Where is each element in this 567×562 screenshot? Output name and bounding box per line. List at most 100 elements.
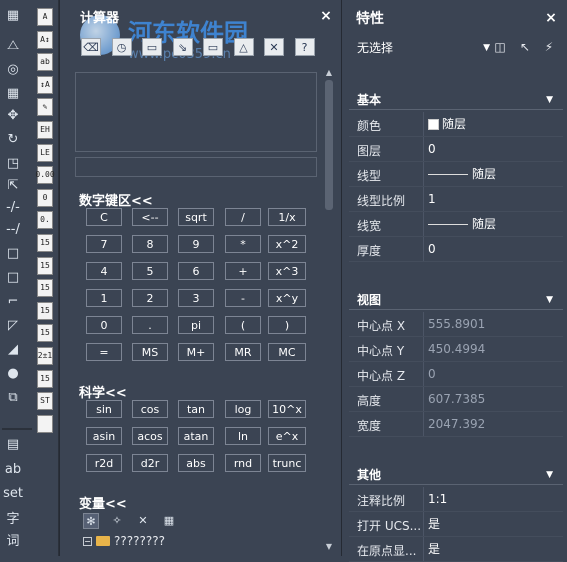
numpad-button-1-1[interactable]: 8 bbox=[132, 235, 168, 253]
property-value[interactable]: 随层 bbox=[423, 112, 563, 136]
explode-icon[interactable]: ● bbox=[4, 364, 22, 382]
numpad-button-1-3[interactable]: * bbox=[225, 235, 261, 253]
numpad-button-5-4[interactable]: MC bbox=[268, 343, 306, 361]
expand-icon[interactable]: − bbox=[83, 536, 92, 546]
select-objects-icon[interactable]: ↖ bbox=[515, 38, 535, 56]
mirror-icon[interactable]: ⧍ bbox=[4, 36, 22, 54]
scale-icon[interactable]: ◳ bbox=[4, 154, 22, 172]
property-value[interactable]: 1:1 bbox=[423, 487, 563, 511]
dim-st-icon[interactable]: ST bbox=[37, 392, 53, 411]
property-value[interactable]: 随层 bbox=[423, 212, 563, 236]
science-button-2-1[interactable]: d2r bbox=[132, 454, 168, 472]
numpad-button-5-3[interactable]: MR bbox=[225, 343, 261, 361]
numpad-button-0-2[interactable]: sqrt bbox=[178, 208, 214, 226]
property-value[interactable]: 是 bbox=[423, 537, 563, 561]
science-button-0-1[interactable]: cos bbox=[132, 400, 168, 418]
numpad-button-4-1[interactable]: . bbox=[132, 316, 168, 334]
help-icon[interactable]: ? bbox=[294, 38, 315, 56]
ci-icon[interactable]: 词 bbox=[4, 530, 22, 549]
group-header-2[interactable]: 其他 ▼ bbox=[349, 465, 563, 485]
variables-tree-item[interactable]: − ???????? bbox=[83, 533, 165, 549]
science-button-0-3[interactable]: log bbox=[225, 400, 261, 418]
edit-variable-icon[interactable]: ✧ bbox=[109, 513, 125, 529]
numpad-button-2-4[interactable]: x^3 bbox=[268, 262, 306, 280]
offset-icon[interactable]: ◎ bbox=[4, 60, 22, 78]
calculator-close-button[interactable]: × bbox=[319, 9, 333, 23]
calculator-scrollbar[interactable]: ▲ ▼ bbox=[323, 68, 335, 556]
text-align-icon[interactable]: ↕A bbox=[37, 75, 53, 94]
numpad-button-5-2[interactable]: M+ bbox=[178, 343, 214, 361]
dim-0-icon[interactable]: 0 bbox=[37, 188, 53, 207]
move-icon[interactable]: ✥ bbox=[4, 106, 22, 124]
angle-icon[interactable]: △ bbox=[233, 38, 254, 56]
grid-icon[interactable]: ▦ bbox=[4, 6, 22, 24]
numpad-button-3-0[interactable]: 1 bbox=[86, 289, 122, 307]
join-icon[interactable]: □ bbox=[4, 268, 22, 286]
intersect-icon[interactable]: ✕ bbox=[264, 38, 284, 56]
dim-15f-icon[interactable]: 15 bbox=[37, 369, 53, 388]
numpad-section-toggle[interactable]: 数字键区<< bbox=[79, 190, 153, 209]
science-button-1-1[interactable]: acos bbox=[132, 427, 168, 445]
numpad-button-1-2[interactable]: 9 bbox=[178, 235, 214, 253]
text-a2-icon[interactable]: A↕ bbox=[37, 30, 53, 49]
science-button-1-2[interactable]: atan bbox=[178, 427, 214, 445]
numpad-button-3-3[interactable]: - bbox=[225, 289, 261, 307]
dim-21-icon[interactable]: 2±1 bbox=[37, 347, 53, 365]
science-button-0-2[interactable]: tan bbox=[178, 400, 214, 418]
science-button-1-4[interactable]: e^x bbox=[268, 427, 306, 445]
numpad-button-0-4[interactable]: 1/x bbox=[268, 208, 306, 226]
numpad-button-2-2[interactable]: 6 bbox=[178, 262, 214, 280]
numpad-button-2-3[interactable]: + bbox=[225, 262, 261, 280]
dim-15c-icon[interactable]: 15 bbox=[37, 279, 53, 298]
numpad-button-0-3[interactable]: / bbox=[225, 208, 261, 226]
property-value[interactable]: 0 bbox=[423, 137, 563, 161]
edit-icon[interactable]: ⧉ bbox=[4, 388, 22, 406]
numpad-button-4-3[interactable]: ( bbox=[225, 316, 261, 334]
zi-icon[interactable]: 字 bbox=[4, 508, 22, 527]
selection-dropdown[interactable]: 无选择 ▼ bbox=[353, 38, 492, 58]
calculator-input-field[interactable] bbox=[75, 157, 317, 177]
text-eh-icon[interactable]: EH bbox=[37, 121, 53, 139]
property-value[interactable]: 1 bbox=[423, 187, 563, 211]
toggle-pickadd-icon[interactable]: ◫ bbox=[490, 38, 510, 56]
numpad-button-1-0[interactable]: 7 bbox=[86, 235, 122, 253]
numpad-button-3-1[interactable]: 2 bbox=[132, 289, 168, 307]
numpad-button-0-1[interactable]: <-- bbox=[132, 208, 168, 226]
trim-icon[interactable]: -/- bbox=[4, 198, 22, 216]
science-button-2-3[interactable]: rnd bbox=[225, 454, 261, 472]
units-icon[interactable]: ▭ bbox=[203, 38, 223, 56]
get-coordinates-icon[interactable]: ⇘ bbox=[172, 38, 193, 56]
scrollbar-thumb[interactable] bbox=[325, 80, 333, 210]
numpad-button-5-1[interactable]: MS bbox=[132, 343, 168, 361]
science-button-0-0[interactable]: sin bbox=[86, 400, 122, 418]
extend-icon[interactable]: --/ bbox=[4, 220, 22, 238]
numpad-button-4-0[interactable]: 0 bbox=[86, 316, 122, 334]
dim-15d-icon[interactable]: 15 bbox=[37, 301, 53, 320]
calculator-icon[interactable]: ▦ bbox=[161, 513, 177, 529]
new-variable-icon[interactable]: ✻ bbox=[83, 513, 99, 529]
text-ab-icon[interactable]: ab bbox=[37, 53, 53, 72]
dim-15-icon[interactable]: 15 bbox=[37, 234, 53, 252]
dim-001-icon[interactable]: 0.00 bbox=[35, 166, 55, 185]
scroll-down-arrow-icon[interactable]: ▼ bbox=[323, 542, 335, 552]
group-header-0[interactable]: 基本 ▼ bbox=[349, 90, 563, 110]
numpad-button-2-0[interactable]: 4 bbox=[86, 262, 122, 280]
dim-15b-icon[interactable]: 15 bbox=[37, 256, 53, 275]
science-button-2-0[interactable]: r2d bbox=[86, 454, 122, 472]
quick-select-icon[interactable]: ⚡ bbox=[539, 38, 559, 56]
array-icon[interactable]: ▦ bbox=[4, 84, 22, 102]
group-header-1[interactable]: 视图 ▼ bbox=[349, 290, 563, 310]
science-section-toggle[interactable]: 科学<< bbox=[79, 382, 127, 401]
science-button-0-4[interactable]: 10^x bbox=[268, 400, 306, 418]
numpad-button-4-2[interactable]: pi bbox=[178, 316, 214, 334]
dim-rot-icon[interactable]: 0. bbox=[37, 211, 53, 230]
numpad-button-3-4[interactable]: x^y bbox=[268, 289, 306, 307]
break-icon[interactable]: □ bbox=[4, 244, 22, 262]
fillet-icon[interactable]: ◸ bbox=[4, 316, 22, 334]
chamfer-icon[interactable]: ⌐ bbox=[4, 292, 22, 310]
variables-section-toggle[interactable]: 变量<< bbox=[79, 493, 127, 512]
blend-icon[interactable]: ◢ bbox=[4, 340, 22, 358]
numpad-button-2-1[interactable]: 5 bbox=[132, 262, 168, 280]
numpad-button-1-4[interactable]: x^2 bbox=[268, 235, 306, 253]
stretch-icon[interactable]: ⇱ bbox=[4, 176, 22, 194]
